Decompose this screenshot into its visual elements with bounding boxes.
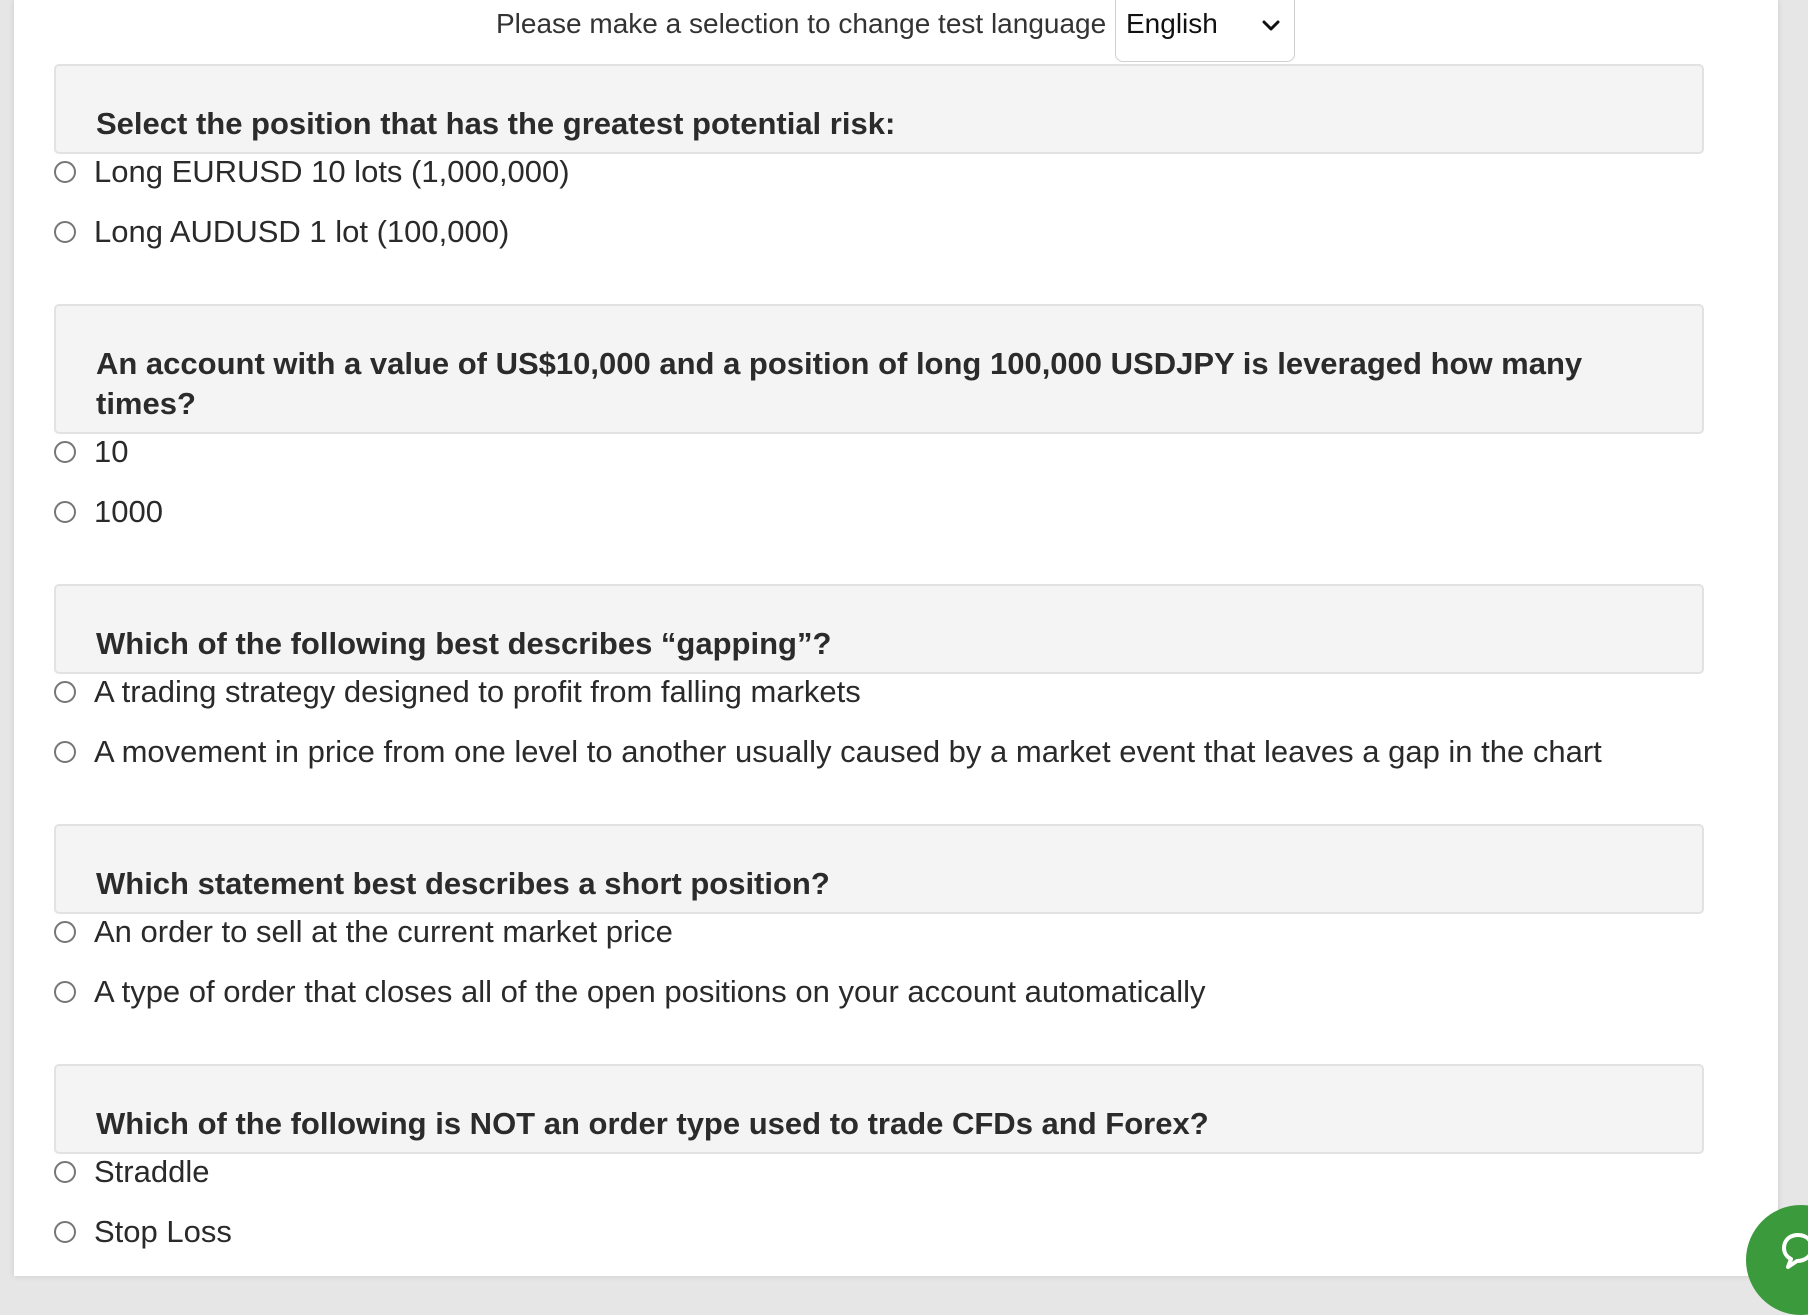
answer-option[interactable]: Stop Loss bbox=[54, 1204, 1778, 1264]
answer-option[interactable]: Straddle bbox=[54, 1144, 1778, 1204]
language-prompt: Please make a selection to change test l… bbox=[496, 8, 1107, 39]
quiz-page: Please make a selection to change test l… bbox=[14, 0, 1778, 1276]
language-select-value: English bbox=[1126, 8, 1218, 39]
radio-button[interactable] bbox=[54, 741, 76, 763]
radio-button[interactable] bbox=[54, 921, 76, 943]
answer-label: Long AUDUSD 1 lot (100,000) bbox=[94, 214, 510, 249]
answer-option[interactable]: Long EURUSD 10 lots (1,000,000) bbox=[54, 144, 1778, 204]
question-box: Which of the following is NOT an order t… bbox=[54, 1064, 1704, 1154]
question-2: An account with a value of US$10,000 and… bbox=[54, 304, 1778, 544]
radio-button[interactable] bbox=[54, 681, 76, 703]
radio-button[interactable] bbox=[54, 1221, 76, 1243]
answer-option[interactable]: An order to sell at the current market p… bbox=[54, 904, 1778, 964]
answer-option[interactable]: Long AUDUSD 1 lot (100,000) bbox=[54, 204, 1778, 264]
answer-label: Stop Loss bbox=[94, 1214, 232, 1249]
answer-option[interactable]: A trading strategy designed to profit fr… bbox=[54, 664, 1778, 724]
question-text: Which of the following best describes “g… bbox=[96, 626, 832, 661]
question-text: Which statement best describes a short p… bbox=[96, 866, 830, 901]
chat-bubble-icon bbox=[1782, 1233, 1808, 1269]
answer-option[interactable]: A movement in price from one level to an… bbox=[54, 724, 1778, 784]
radio-button[interactable] bbox=[54, 441, 76, 463]
answer-label: Long EURUSD 10 lots (1,000,000) bbox=[94, 154, 570, 189]
question-text: Which of the following is NOT an order t… bbox=[96, 1106, 1209, 1141]
language-bar: Please make a selection to change test l… bbox=[14, 0, 1778, 64]
question-4: Which statement best describes a short p… bbox=[54, 824, 1778, 1024]
radio-button[interactable] bbox=[54, 221, 76, 243]
answer-label: An order to sell at the current market p… bbox=[94, 914, 673, 949]
question-text: An account with a value of US$10,000 and… bbox=[96, 346, 1583, 421]
radio-button[interactable] bbox=[54, 1161, 76, 1183]
question-box: An account with a value of US$10,000 and… bbox=[54, 304, 1704, 434]
question-1: Select the position that has the greates… bbox=[54, 64, 1778, 264]
language-select[interactable]: English bbox=[1115, 0, 1295, 62]
answer-label: A trading strategy designed to profit fr… bbox=[94, 674, 861, 709]
question-3: Which of the following best describes “g… bbox=[54, 584, 1778, 784]
chevron-down-icon bbox=[1262, 20, 1280, 31]
question-text: Select the position that has the greates… bbox=[96, 106, 896, 141]
question-box: Which statement best describes a short p… bbox=[54, 824, 1704, 914]
answer-label: 1000 bbox=[94, 494, 163, 529]
answer-option[interactable]: 10 bbox=[54, 424, 1778, 484]
answer-option[interactable]: A type of order that closes all of the o… bbox=[54, 964, 1778, 1024]
answer-label: Straddle bbox=[94, 1154, 210, 1189]
question-box: Which of the following best describes “g… bbox=[54, 584, 1704, 674]
question-box: Select the position that has the greates… bbox=[54, 64, 1704, 154]
answer-label: A type of order that closes all of the o… bbox=[94, 974, 1206, 1009]
radio-button[interactable] bbox=[54, 501, 76, 523]
answer-label: A movement in price from one level to an… bbox=[94, 734, 1602, 769]
answer-label: 10 bbox=[94, 434, 129, 469]
question-5: Which of the following is NOT an order t… bbox=[54, 1064, 1778, 1264]
answer-option[interactable]: 1000 bbox=[54, 484, 1778, 544]
radio-button[interactable] bbox=[54, 981, 76, 1003]
radio-button[interactable] bbox=[54, 161, 76, 183]
